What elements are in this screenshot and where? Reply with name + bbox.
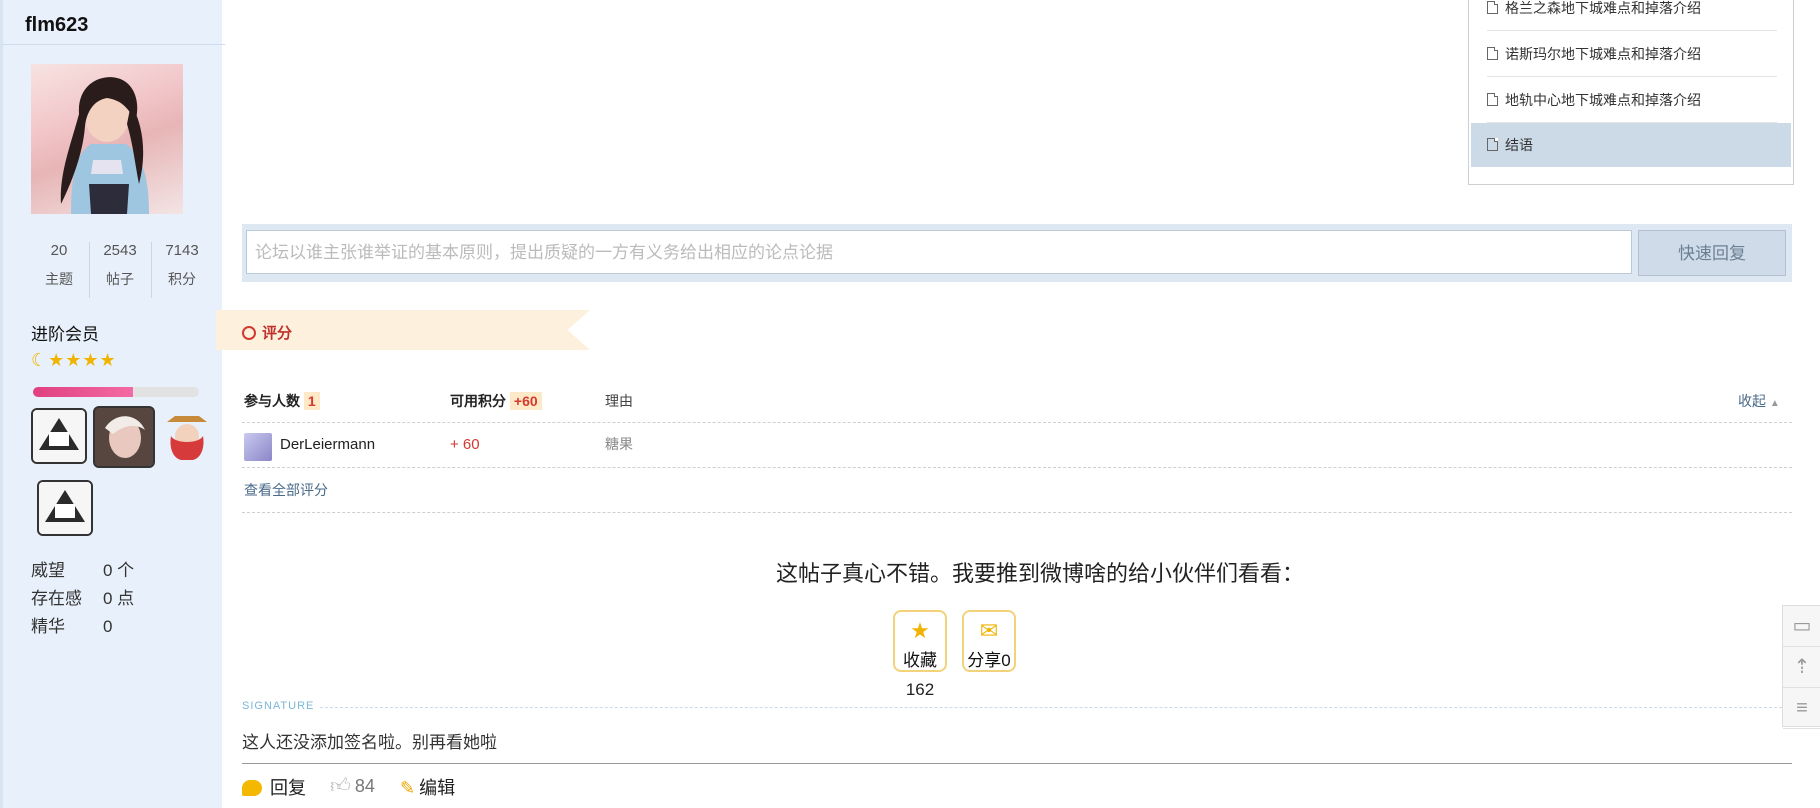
signature-divider: [320, 707, 1792, 708]
document-icon: [1487, 1, 1498, 14]
speech-bubble-icon: [242, 780, 262, 796]
chevron-up-icon: ▲: [1769, 398, 1780, 409]
floating-toolbar: ▭ ⇡ ≡: [1782, 605, 1820, 729]
author-avatar[interactable]: [31, 64, 183, 214]
post-divider: [242, 763, 1792, 764]
list-icon[interactable]: ≡: [1783, 688, 1820, 729]
rater-points: + 60: [450, 436, 480, 453]
star-icon: ★: [910, 618, 930, 643]
table-of-contents: 格兰之森地下城难点和掉落介绍 诺斯玛尔地下城难点和掉落介绍 地轨中心地下城难点和…: [1468, 0, 1794, 185]
toc-item[interactable]: 地轨中心地下城难点和掉落介绍: [1487, 78, 1777, 123]
medal-badge[interactable]: [37, 480, 93, 536]
favorite-button[interactable]: ★ 收藏: [893, 610, 947, 672]
author-stats: 20 主题 2543 帖子 7143 积分: [29, 242, 209, 302]
level-progress-bar: [33, 387, 199, 397]
signature-text: 这人还没添加签名啦。别再看她啦: [242, 733, 497, 752]
reply-action[interactable]: 回复: [242, 774, 306, 800]
medal-badge[interactable]: [31, 408, 87, 464]
stat-posts[interactable]: 2543 帖子: [90, 242, 150, 289]
stat-points[interactable]: 7143 积分: [152, 242, 212, 289]
edit-action[interactable]: ✎ 编辑: [400, 774, 455, 800]
comment-icon[interactable]: ▭: [1783, 606, 1820, 647]
participants-label: 参与人数 1: [244, 380, 320, 422]
circle-icon: [242, 326, 256, 340]
author-sidebar: flm623 20 主题 2543 帖子 7143 积分 进阶会员 ☾★★★★: [0, 0, 225, 808]
share-button[interactable]: ✉ 分享0: [962, 610, 1016, 672]
rater-name[interactable]: DerLeiermann: [280, 422, 375, 467]
signature-heading: SIGNATURE: [242, 700, 315, 712]
medal-badge[interactable]: [159, 408, 215, 464]
rating-header: 参与人数 1 可用积分 +60 理由 收起 ▲: [242, 380, 1792, 423]
mail-icon: ✉: [979, 618, 999, 643]
document-icon: [1487, 47, 1498, 60]
document-icon: [1487, 138, 1498, 151]
pencil-icon: ✎: [400, 778, 416, 798]
reason-label: 理由: [605, 393, 633, 409]
rater-reason: 糖果: [605, 436, 633, 452]
document-icon: [1487, 93, 1498, 106]
meta-digest: 精华 0: [31, 617, 113, 636]
share-prompt: 这帖子真心不错。我要推到微博啥的给小伙伴们看看：: [775, 561, 1304, 586]
quick-reply-button[interactable]: 快速回复: [1638, 230, 1786, 276]
rating-title: 评分: [242, 322, 292, 343]
view-all-ratings-link[interactable]: 查看全部评分: [244, 468, 328, 512]
rating-row: DerLeiermann + 60 糖果: [242, 422, 1792, 468]
back-to-top-icon[interactable]: ⇡: [1783, 647, 1820, 688]
thumbs-up-icon: 👍︎: [330, 775, 351, 797]
level-stars: ☾★★★★: [31, 350, 117, 370]
quick-reply-input[interactable]: 论坛以谁主张谁举证的基本原则，提出质疑的一方有义务给出相应的论点论据: [246, 230, 1632, 274]
medal-badge[interactable]: [93, 406, 155, 468]
toc-item-active[interactable]: 结语: [1471, 123, 1791, 167]
rater-avatar[interactable]: [244, 433, 272, 461]
points-label: 可用积分 +60: [450, 380, 542, 422]
sidebar-divider: [3, 44, 225, 45]
author-name[interactable]: flm623: [25, 14, 88, 37]
rating-footer: 查看全部评分: [242, 468, 1792, 513]
toc-item[interactable]: 诺斯玛尔地下城难点和掉落介绍: [1487, 32, 1777, 77]
like-action[interactable]: 👍︎ 84: [330, 774, 375, 798]
level-progress-fill: [33, 387, 133, 397]
collapse-toggle[interactable]: 收起 ▲: [1738, 380, 1780, 425]
toc-item[interactable]: 格兰之森地下城难点和掉落介绍: [1487, 0, 1777, 31]
user-group[interactable]: 进阶会员: [31, 320, 99, 345]
stat-threads[interactable]: 20 主题: [29, 242, 89, 289]
favorite-count: 162: [905, 680, 935, 699]
